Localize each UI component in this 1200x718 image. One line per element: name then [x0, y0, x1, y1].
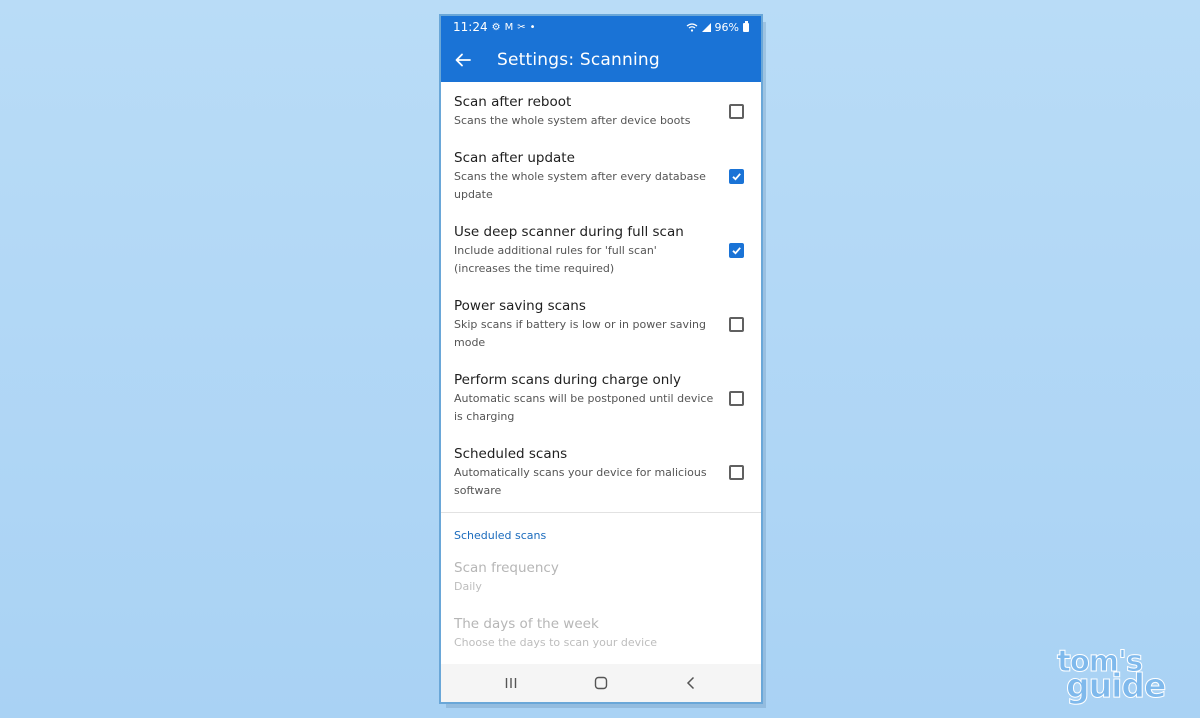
tools-icon: ✂ [517, 21, 526, 33]
setting-description: Automatic scans will be postponed until … [454, 392, 714, 423]
home-button[interactable] [586, 668, 616, 698]
setting-text: Perform scans during charge only Automat… [454, 370, 729, 426]
logo-line-2: guide [1065, 666, 1166, 706]
setting-title: Power saving scans [454, 298, 586, 314]
setting-title: Scan after update [454, 150, 575, 166]
status-bar: 11:24 ⚙ M ✂ • 96% [441, 16, 761, 38]
setting-text: The days of the week Choose the days to … [454, 614, 749, 652]
power-saving-scans-checkbox[interactable] [729, 316, 744, 332]
deep-scanner-checkbox[interactable] [729, 242, 744, 258]
setting-description: Skip scans if battery is low or in power… [454, 318, 707, 349]
setting-charge-only-scans[interactable]: Perform scans during charge only Automat… [441, 360, 761, 434]
setting-text: Scan after reboot Scans the whole system… [454, 92, 729, 130]
recent-apps-button[interactable] [496, 668, 526, 698]
setting-text: Scan after update Scans the whole system… [454, 148, 729, 204]
setting-description: Scans the whole system after every datab… [454, 170, 706, 201]
signal-icon [701, 22, 711, 32]
setting-title: Scheduled scans [454, 446, 568, 462]
scheduled-scans-checkbox[interactable] [729, 464, 744, 480]
setting-text: Use deep scanner during full scan Includ… [454, 222, 729, 278]
setting-days-of-week[interactable]: The days of the week Choose the days to … [441, 604, 761, 660]
charge-only-scans-checkbox[interactable] [729, 390, 744, 406]
status-left: 11:24 ⚙ M ✂ • [453, 20, 536, 34]
phone-screen: 11:24 ⚙ M ✂ • 96% Settings: Scanning Sca… [439, 14, 763, 704]
checkmark-icon [732, 246, 741, 255]
setting-title: Scan after reboot [454, 94, 572, 110]
home-icon [594, 676, 608, 690]
setting-description: Automatically scans your device for mali… [454, 466, 707, 497]
setting-text: Scheduled scans Automatically scans your… [454, 444, 729, 500]
back-icon [686, 676, 695, 690]
setting-text: Scan frequency Daily [454, 558, 749, 596]
setting-description: Choose the days to scan your device [454, 636, 658, 649]
battery-icon [743, 20, 749, 32]
setting-scan-after-reboot[interactable]: Scan after reboot Scans the whole system… [441, 82, 761, 138]
page-title: Settings: Scanning [497, 50, 660, 70]
setting-description: Include additional rules for 'full scan'… [454, 244, 657, 275]
recent-apps-icon [505, 678, 517, 688]
arrow-left-icon [455, 53, 471, 67]
scan-after-reboot-checkbox[interactable] [729, 103, 744, 119]
dot-icon: • [529, 21, 536, 33]
battery-percent: 96% [714, 20, 739, 34]
setting-power-saving-scans[interactable]: Power saving scans Skip scans if battery… [441, 286, 761, 360]
settings-list: Scan after reboot Scans the whole system… [441, 82, 761, 666]
setting-title: Use deep scanner during full scan [454, 224, 684, 240]
setting-scan-after-update[interactable]: Scan after update Scans the whole system… [441, 138, 761, 212]
status-right: 96% [686, 20, 749, 34]
wifi-icon [686, 22, 697, 32]
setting-title: Perform scans during charge only [454, 372, 682, 388]
setting-description: Scans the whole system after device boot… [454, 114, 691, 127]
system-back-button[interactable] [676, 668, 706, 698]
setting-title: The days of the week [454, 616, 599, 632]
setting-description: Daily [454, 580, 482, 593]
toms-guide-logo: tom's guide [1054, 644, 1184, 706]
checkmark-icon [732, 172, 741, 181]
setting-scan-frequency[interactable]: Scan frequency Daily [441, 548, 761, 604]
setting-title: Scan frequency [454, 560, 559, 576]
gmail-icon: M [504, 21, 514, 33]
setting-deep-scanner[interactable]: Use deep scanner during full scan Includ… [441, 212, 761, 286]
section-header: Scheduled scans [454, 529, 547, 542]
gear-icon: ⚙ [491, 21, 501, 33]
back-button[interactable] [441, 38, 485, 82]
status-time: 11:24 [453, 20, 488, 34]
setting-text: Power saving scans Skip scans if battery… [454, 296, 729, 352]
app-bar: Settings: Scanning [441, 38, 761, 82]
scan-after-update-checkbox[interactable] [729, 168, 744, 184]
system-nav-bar [441, 664, 761, 702]
setting-scheduled-scans[interactable]: Scheduled scans Automatically scans your… [441, 434, 761, 508]
